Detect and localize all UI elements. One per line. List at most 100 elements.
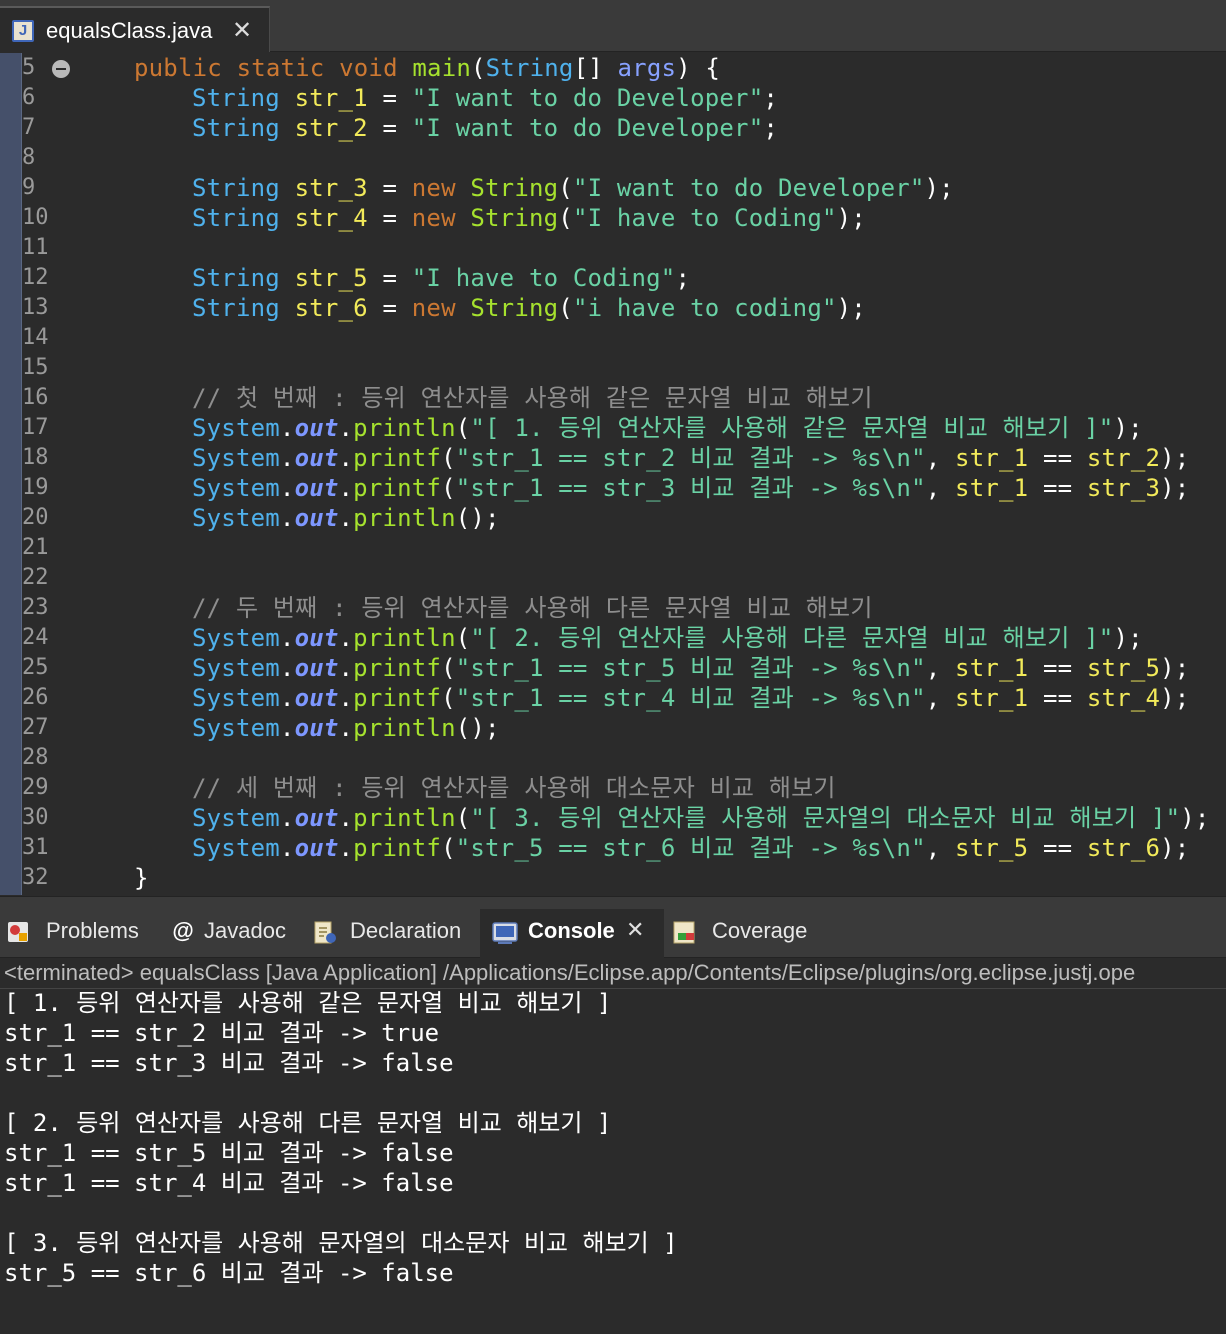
line-number: 17 [22, 415, 49, 440]
declaration-icon [314, 921, 336, 944]
tab-javadoc[interactable]: @ Javadoc [160, 909, 306, 953]
code-text: } [134, 864, 149, 892]
line-number: 30 [22, 805, 49, 830]
code-text: public static void main(String[] args) { [134, 54, 721, 82]
tab-coverage-label: Coverage [712, 918, 808, 943]
code-comment: // 첫 번째 : 등위 연산자를 사용해 같은 문자열 비교 해보기 [192, 384, 873, 412]
coverage-icon [673, 921, 695, 944]
code-line: 18 System.out.printf("str_1 == str_2 비교 … [0, 443, 1226, 473]
line-number: 21 [22, 535, 49, 560]
code-line: 5 public static void main(String[] args)… [0, 53, 1226, 83]
code-line: 15 [0, 353, 1226, 383]
code-line: 20 System.out.println(); [0, 503, 1226, 533]
code-comment: // 두 번째 : 등위 연산자를 사용해 다른 문자열 비교 해보기 [192, 594, 873, 622]
code-line: 10 String str_4 = new String("I have to … [0, 203, 1226, 233]
code-line: 17 System.out.println("[ 1. 등위 연산자를 사용해 … [0, 413, 1226, 443]
fold-collapse-icon[interactable] [52, 60, 70, 78]
line-number: 13 [22, 295, 49, 320]
line-number: 7 [22, 115, 36, 140]
tab-coverage[interactable]: Coverage [664, 909, 834, 953]
console-output-line: str_1 == str_5 비교 결과 -> false [4, 1139, 454, 1167]
line-number: 27 [22, 715, 49, 740]
editor-tab-equalsclass[interactable]: J equalsClass.java ✕ [0, 6, 270, 52]
code-line: 27 System.out.println(); [0, 713, 1226, 743]
line-number: 25 [22, 655, 49, 680]
line-number: 8 [22, 145, 36, 170]
code-text: String str_5 = "I have to Coding"; [192, 264, 691, 292]
code-text: System.out.println("[ 1. 등위 연산자를 사용해 같은 … [192, 414, 1143, 442]
code-line: 9 String str_3 = new String("I want to d… [0, 173, 1226, 203]
code-text: System.out.printf("str_1 == str_2 비교 결과 … [192, 444, 1190, 472]
code-line: 32 } [0, 863, 1226, 893]
code-line: 6 String str_1 = "I want to do Developer… [0, 83, 1226, 113]
javadoc-icon: @ [172, 918, 194, 943]
tab-declaration-label: Declaration [350, 918, 462, 943]
line-number: 29 [22, 775, 49, 800]
code-line: 31 System.out.printf("str_5 == str_6 비교 … [0, 833, 1226, 863]
code-line: 21 [0, 533, 1226, 563]
code-line: 14 [0, 323, 1226, 353]
code-line: 19 System.out.printf("str_1 == str_3 비교 … [0, 473, 1226, 503]
console-output-line: [ 3. 등위 연산자를 사용해 문자열의 대소문자 비교 해보기 ] [4, 1229, 678, 1257]
line-number: 10 [22, 205, 49, 230]
tab-javadoc-label: Javadoc [204, 918, 286, 943]
close-console-icon[interactable]: ✕ [626, 909, 644, 953]
tab-problems[interactable]: Problems [0, 909, 160, 953]
tab-declaration[interactable]: Declaration [306, 909, 480, 953]
console-output-line: str_1 == str_2 비교 결과 -> true [4, 1019, 440, 1047]
code-line: 16 // 첫 번째 : 등위 연산자를 사용해 같은 문자열 비교 해보기 [0, 383, 1226, 413]
code-text: String str_6 = new String("i have to cod… [192, 294, 866, 322]
code-line: 29 // 세 번째 : 등위 연산자를 사용해 대소문자 비교 해보기 [0, 773, 1226, 803]
code-comment: // 세 번째 : 등위 연산자를 사용해 대소문자 비교 해보기 [192, 774, 836, 802]
panel-tab-bar: Problems @ Javadoc Declaration Console ✕… [0, 896, 1226, 959]
code-line: 11 [0, 233, 1226, 263]
code-line: 28 [0, 743, 1226, 773]
problems-icon [8, 922, 28, 942]
line-number: 23 [22, 595, 49, 620]
code-text: String str_2 = "I want to do Developer"; [192, 114, 779, 142]
code-text: System.out.printf("str_1 == str_3 비교 결과 … [192, 474, 1190, 502]
tab-problems-label: Problems [46, 918, 139, 943]
line-number: 6 [22, 85, 36, 110]
code-text: System.out.println(); [192, 504, 500, 532]
code-text: System.out.printf("str_5 == str_6 비교 결과 … [192, 834, 1190, 862]
close-tab-icon[interactable]: ✕ [232, 18, 252, 42]
code-text: System.out.println("[ 2. 등위 연산자를 사용해 다른 … [192, 624, 1143, 652]
code-text: String str_3 = new String("I want to do … [192, 174, 954, 202]
code-line: 30 System.out.println("[ 3. 등위 연산자를 사용해 … [0, 803, 1226, 833]
line-number: 32 [22, 865, 49, 890]
line-number: 26 [22, 685, 49, 710]
line-number: 20 [22, 505, 49, 530]
console-output-line: str_1 == str_4 비교 결과 -> false [4, 1169, 454, 1197]
tab-console[interactable]: Console ✕ [480, 909, 664, 959]
code-text: System.out.printf("str_1 == str_4 비교 결과 … [192, 684, 1190, 712]
console-terminated-status: <terminated> equalsClass [Java Applicati… [4, 960, 1136, 985]
code-text: String str_4 = new String("I have to Cod… [192, 204, 866, 232]
editor-tab-title: equalsClass.java [46, 18, 213, 43]
console-icon [492, 922, 518, 944]
line-number: 28 [22, 745, 49, 770]
console-view[interactable]: <terminated> equalsClass [Java Applicati… [0, 958, 1226, 1334]
code-editor[interactable]: 5 public static void main(String[] args)… [0, 53, 1226, 895]
console-output-line: [ 2. 등위 연산자를 사용해 다른 문자열 비교 해보기 ] [4, 1109, 612, 1137]
line-number: 14 [22, 325, 49, 350]
line-number: 24 [22, 625, 49, 650]
code-line: 12 String str_5 = "I have to Coding"; [0, 263, 1226, 293]
console-output-line: str_5 == str_6 비교 결과 -> false [4, 1259, 454, 1287]
code-line: 7 String str_2 = "I want to do Developer… [0, 113, 1226, 143]
editor-tab-bar: J equalsClass.java ✕ [0, 0, 1226, 52]
line-number: 11 [22, 235, 49, 260]
code-line: 26 System.out.printf("str_1 == str_4 비교 … [0, 683, 1226, 713]
code-text: System.out.printf("str_1 == str_5 비교 결과 … [192, 654, 1190, 682]
tab-console-label: Console [528, 918, 615, 943]
line-number: 15 [22, 355, 49, 380]
code-text: String str_1 = "I want to do Developer"; [192, 84, 779, 112]
code-text: System.out.println("[ 3. 등위 연산자를 사용해 문자열… [192, 804, 1210, 832]
line-number: 18 [22, 445, 49, 470]
code-line: 23 // 두 번째 : 등위 연산자를 사용해 다른 문자열 비교 해보기 [0, 593, 1226, 623]
code-line: 13 String str_6 = new String("i have to … [0, 293, 1226, 323]
line-number: 31 [22, 835, 49, 860]
console-output-line: str_1 == str_3 비교 결과 -> false [4, 1049, 454, 1077]
line-number: 16 [22, 385, 49, 410]
line-number: 19 [22, 475, 49, 500]
